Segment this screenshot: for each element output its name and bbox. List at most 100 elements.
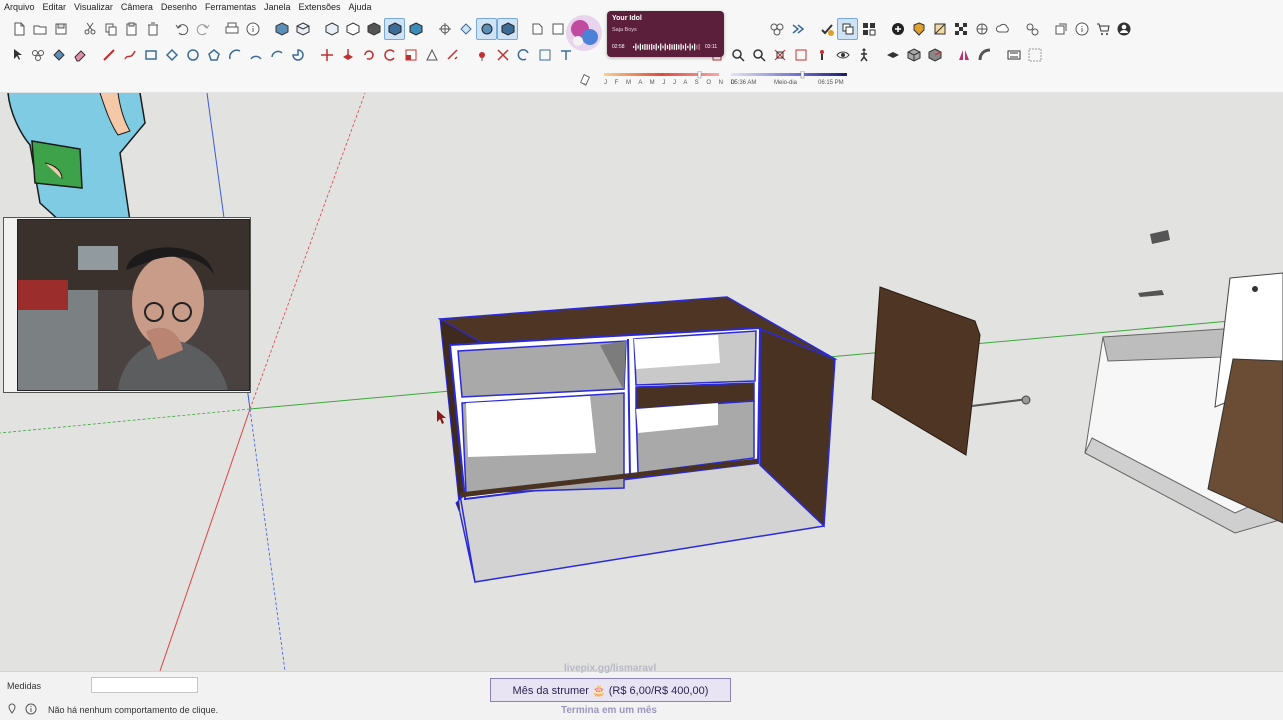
- cut-icon[interactable]: [79, 18, 100, 40]
- polygon-icon[interactable]: [203, 44, 224, 66]
- arc-icon[interactable]: [224, 44, 245, 66]
- axes-icon[interactable]: [534, 44, 555, 66]
- select-icon[interactable]: [6, 44, 27, 66]
- eraser-icon[interactable]: [69, 44, 90, 66]
- bottom-view-icon[interactable]: [405, 18, 426, 40]
- menu-desenho[interactable]: Desenho: [157, 0, 201, 15]
- materials-icon[interactable]: [787, 18, 808, 40]
- open-folder-icon[interactable]: [29, 18, 50, 40]
- front-view-icon[interactable]: [321, 18, 342, 40]
- rectangle-icon[interactable]: [140, 44, 161, 66]
- back-view-icon[interactable]: [363, 18, 384, 40]
- rotate-icon[interactable]: [358, 44, 379, 66]
- move-icon[interactable]: [316, 44, 337, 66]
- box-outline-icon[interactable]: [924, 44, 945, 66]
- textured-icon[interactable]: [526, 18, 547, 40]
- previous-view-icon[interactable]: [811, 44, 832, 66]
- tape-measure-icon[interactable]: [442, 44, 463, 66]
- position-camera-icon[interactable]: [832, 44, 853, 66]
- waveform-bar: [694, 43, 696, 51]
- circle-icon[interactable]: [182, 44, 203, 66]
- help-icon[interactable]: [25, 703, 37, 715]
- delete-icon[interactable]: [142, 18, 163, 40]
- left-view-icon[interactable]: [384, 17, 405, 40]
- save-icon[interactable]: [50, 18, 71, 40]
- cart-icon[interactable]: [1092, 18, 1113, 40]
- scale-icon[interactable]: [400, 44, 421, 66]
- line-icon[interactable]: [98, 44, 119, 66]
- scenes-icon[interactable]: [858, 18, 879, 40]
- two-point-arc-icon[interactable]: [245, 44, 266, 66]
- push-pull-icon[interactable]: [337, 44, 358, 66]
- paint-bucket-icon[interactable]: [48, 44, 69, 66]
- settings-icon[interactable]: [1021, 18, 1042, 40]
- menu-ajuda[interactable]: Ajuda: [345, 0, 376, 15]
- pie-icon[interactable]: [287, 44, 308, 66]
- layers-icon[interactable]: [837, 17, 858, 40]
- red-axis-dashed: [249, 93, 366, 410]
- iso-view-icon[interactable]: [271, 18, 292, 40]
- union-icon[interactable]: [950, 18, 971, 40]
- menu-extensoes[interactable]: Extensões: [295, 0, 345, 15]
- grid-icon[interactable]: [1024, 44, 1045, 66]
- styles-icon[interactable]: [816, 18, 837, 40]
- info-icon[interactable]: [1071, 18, 1092, 40]
- menu-visualizar[interactable]: Visualizar: [70, 0, 117, 15]
- flat-shape-icon[interactable]: [882, 44, 903, 66]
- sweep-icon[interactable]: [974, 44, 995, 66]
- month-slider[interactable]: [604, 71, 719, 79]
- wireframe-icon[interactable]: [455, 18, 476, 40]
- redo-icon[interactable]: [192, 18, 213, 40]
- track-time-total: 03:11: [705, 44, 718, 50]
- model-info-icon[interactable]: [242, 18, 263, 40]
- menu-camera[interactable]: Câmera: [117, 0, 157, 15]
- outer-shell-icon[interactable]: [908, 18, 929, 40]
- undo-icon[interactable]: [171, 18, 192, 40]
- xray-icon[interactable]: [434, 18, 455, 40]
- protractor-icon[interactable]: [492, 44, 513, 66]
- zoom-icon[interactable]: [748, 44, 769, 66]
- dimension-icon[interactable]: [471, 44, 492, 66]
- rotated-rectangle-icon[interactable]: [161, 44, 182, 66]
- send-to-layout-icon[interactable]: [1050, 18, 1071, 40]
- freehand-icon[interactable]: [119, 44, 140, 66]
- measurements-input[interactable]: [91, 677, 198, 693]
- intersect-icon[interactable]: [929, 18, 950, 40]
- paste-icon[interactable]: [121, 18, 142, 40]
- components-icon[interactable]: [766, 18, 787, 40]
- three-point-arc-icon[interactable]: [266, 44, 287, 66]
- copy-icon[interactable]: [100, 18, 121, 40]
- follow-me-icon[interactable]: [379, 44, 400, 66]
- zoom-extents-icon[interactable]: [790, 44, 811, 66]
- text-box-icon[interactable]: [1003, 44, 1024, 66]
- shaded-icon[interactable]: [497, 17, 518, 40]
- menu-arquivo[interactable]: Arquivo: [0, 0, 39, 15]
- look-around-icon[interactable]: [853, 44, 874, 66]
- text-icon[interactable]: [513, 44, 534, 66]
- waveform-bar: [642, 44, 644, 50]
- waveform-bar: [646, 44, 648, 50]
- zoom-window-icon[interactable]: [769, 44, 790, 66]
- model-viewport[interactable]: [0, 93, 1283, 671]
- add-location-icon[interactable]: [971, 18, 992, 40]
- shadow-toggle-icon[interactable]: [578, 72, 592, 86]
- mirror-icon[interactable]: [953, 44, 974, 66]
- box-icon[interactable]: [903, 44, 924, 66]
- goal-url: livepix.gg/lismaravl: [564, 663, 657, 674]
- warehouse-icon[interactable]: [992, 18, 1013, 40]
- menu-janela[interactable]: Janela: [260, 0, 295, 15]
- offset-icon[interactable]: [421, 44, 442, 66]
- top-view-icon[interactable]: [292, 18, 313, 40]
- account-icon[interactable]: [1113, 18, 1134, 40]
- make-component-icon[interactable]: [27, 44, 48, 66]
- print-icon[interactable]: [221, 18, 242, 40]
- menu-editar[interactable]: Editar: [39, 0, 71, 15]
- time-slider[interactable]: [731, 71, 847, 79]
- solid-tools-icon[interactable]: [887, 18, 908, 40]
- right-view-icon[interactable]: [342, 18, 363, 40]
- new-file-icon[interactable]: [8, 18, 29, 40]
- pan-icon[interactable]: [727, 44, 748, 66]
- hidden-line-icon[interactable]: [476, 17, 497, 40]
- geo-location-icon[interactable]: [6, 703, 18, 715]
- menu-ferramentas[interactable]: Ferramentas: [201, 0, 260, 15]
